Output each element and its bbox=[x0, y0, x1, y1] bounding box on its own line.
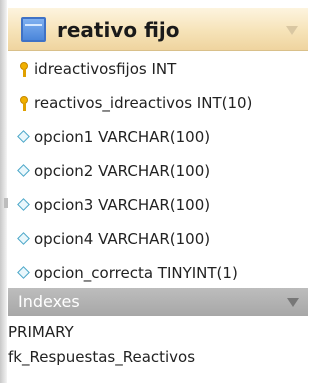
indexes-header[interactable]: Indexes bbox=[8, 288, 308, 316]
column-row[interactable]: opcion2 VARCHAR(100) bbox=[8, 155, 308, 187]
key-icon bbox=[18, 96, 30, 111]
column-row[interactable]: idreactivosfijos INT bbox=[8, 53, 308, 85]
column-label: opcion4 VARCHAR(100) bbox=[34, 230, 211, 248]
table-title: reativo fijo bbox=[57, 18, 180, 42]
table-box: reativo fijo idreactivosfijos INT reacti… bbox=[0, 0, 308, 383]
column-row[interactable]: opcion_correcta TINYINT(1) bbox=[8, 257, 308, 289]
column-label: opcion2 VARCHAR(100) bbox=[34, 162, 211, 180]
column-row[interactable]: opcion4 VARCHAR(100) bbox=[8, 223, 308, 255]
diamond-icon bbox=[17, 266, 30, 280]
column-row[interactable]: opcion3 VARCHAR(100) bbox=[8, 189, 308, 221]
column-label: opcion_correcta TINYINT(1) bbox=[34, 264, 238, 282]
indexes-list: PRIMARY fk_Respuestas_Reactivos bbox=[8, 316, 308, 383]
collapse-arrow-icon[interactable] bbox=[286, 26, 298, 35]
column-label: reactivos_idreactivos INT(10) bbox=[34, 94, 253, 112]
diamond-icon bbox=[17, 198, 30, 212]
diamond-icon bbox=[17, 130, 30, 144]
index-row[interactable]: fk_Respuestas_Reactivos bbox=[8, 345, 308, 369]
index-row[interactable]: PRIMARY bbox=[8, 320, 308, 344]
column-row[interactable]: reactivos_idreactivos INT(10) bbox=[8, 87, 308, 119]
key-icon bbox=[18, 62, 30, 77]
indexes-title: Indexes bbox=[18, 292, 80, 311]
left-edge-shadow bbox=[0, 0, 7, 383]
column-label: opcion1 VARCHAR(100) bbox=[34, 128, 211, 146]
diamond-icon bbox=[17, 232, 30, 246]
index-label: fk_Respuestas_Reactivos bbox=[8, 348, 196, 366]
indexes-collapse-arrow-icon[interactable] bbox=[287, 298, 299, 307]
column-label: idreactivosfijos INT bbox=[34, 60, 177, 78]
table-header[interactable]: reativo fijo bbox=[8, 8, 308, 51]
columns-list: idreactivosfijos INT reactivos_idreactiv… bbox=[8, 51, 308, 288]
table-icon bbox=[21, 17, 46, 42]
column-label: opcion3 VARCHAR(100) bbox=[34, 196, 211, 214]
column-row[interactable]: opcion1 VARCHAR(100) bbox=[8, 121, 308, 153]
index-label: PRIMARY bbox=[8, 323, 74, 341]
diamond-icon bbox=[17, 164, 30, 178]
